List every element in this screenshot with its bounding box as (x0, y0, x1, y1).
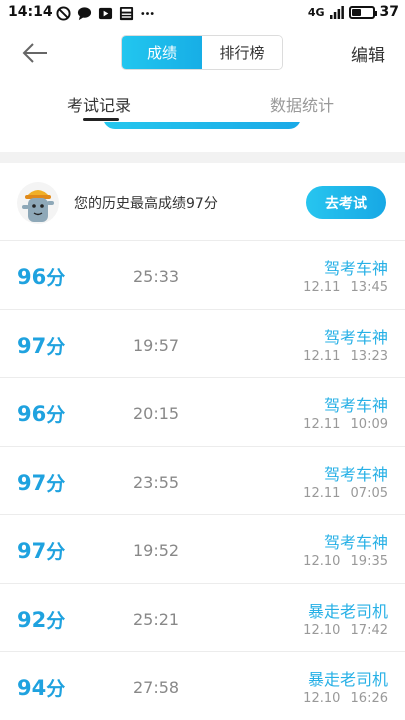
record-date: 12.11 (303, 280, 341, 295)
record-time: 13:45 (350, 280, 388, 295)
section-divider (0, 152, 405, 163)
record-score: 97分 (17, 469, 65, 496)
tab-indicator (83, 118, 119, 121)
tab-statistics[interactable]: 数据统计 (270, 92, 334, 116)
record-score: 96分 (17, 400, 65, 427)
record-duration: 27:58 (133, 678, 180, 697)
record-score: 97分 (17, 537, 65, 564)
record-score: 97分 (17, 332, 65, 359)
record-date: 12.10 (303, 691, 341, 706)
score-unit: 分 (46, 609, 66, 632)
record-datetime: 12.11 13:23 (303, 349, 388, 364)
record-title: 暴走老司机 (307, 670, 388, 689)
record-score: 92分 (17, 606, 65, 633)
segmented-control: 成绩 排行榜 (121, 35, 283, 70)
score-value: 92 (17, 607, 47, 632)
tab-bar: 考试记录 数据统计 (0, 80, 405, 122)
record-title: 驾考车神 (323, 464, 388, 484)
signal-icon (329, 5, 344, 19)
battery-icon (348, 5, 377, 19)
score-unit: 分 (46, 472, 66, 495)
record-title: 驾考车神 (323, 533, 388, 552)
record-time: 17:42 (350, 622, 388, 638)
score-value: 97 (17, 539, 47, 563)
record-duration: 25:21 (133, 609, 180, 629)
segment-leaderboard[interactable]: 排行榜 (202, 36, 282, 69)
record-title: 驾考车神 (323, 396, 388, 415)
record-datetime: 12.11 10:09 (303, 417, 388, 432)
record-title: 驾考车神 (323, 259, 388, 278)
record-date: 12.10 (303, 622, 341, 638)
battery-level: 37 (379, 4, 399, 20)
best-score-text: 您的历史最高成绩97分 (74, 196, 218, 212)
record-duration: 20:15 (133, 404, 180, 423)
record-duration: 23:55 (133, 472, 180, 492)
record-score: 96分 (17, 263, 65, 290)
score-value: 96 (17, 402, 47, 426)
record-datetime: 12.11 07:05 (303, 486, 388, 501)
record-duration: 19:57 (133, 335, 180, 355)
record-datetime: 12.10 17:42 (303, 623, 388, 638)
record-score: 94分 (17, 674, 65, 701)
score-unit: 分 (46, 335, 66, 358)
video-icon (98, 7, 113, 19)
message-icon (77, 6, 92, 20)
more-icon (141, 11, 154, 15)
record-time: 19:35 (350, 554, 388, 569)
status-bar: 14:14 4G 37 (0, 0, 405, 26)
segment-scores[interactable]: 成绩 (122, 36, 202, 69)
record-row[interactable]: 96分 20:15 驾考车神 12.11 10:09 (0, 378, 405, 447)
record-row[interactable]: 92分 25:21 暴走老司机 12.10 17:42 (0, 583, 405, 652)
take-exam-button[interactable]: 去考试 (306, 186, 386, 219)
status-time: 14:14 (8, 4, 53, 20)
record-date: 12.11 (303, 348, 341, 364)
record-title: 暴走老司机 (307, 601, 388, 621)
banner-button-edge[interactable] (103, 122, 301, 129)
score-value: 97 (17, 333, 47, 358)
tab-exam-records[interactable]: 考试记录 (67, 92, 131, 116)
record-datetime: 12.11 13:45 (303, 280, 388, 295)
score-unit: 分 (46, 404, 66, 426)
network-type: 4G (307, 5, 325, 19)
record-row[interactable]: 97分 23:55 驾考车神 12.11 07:05 (0, 446, 405, 515)
score-unit: 分 (46, 541, 66, 563)
record-row[interactable]: 97分 19:57 驾考车神 12.11 13:23 (0, 309, 405, 378)
record-duration: 25:33 (133, 267, 180, 286)
score-unit: 分 (46, 267, 66, 289)
do-not-disturb-icon (56, 5, 71, 21)
status-right: 4G 37 (308, 4, 399, 20)
record-title: 驾考车神 (323, 327, 388, 347)
top-banner-area (0, 122, 405, 152)
score-value: 96 (17, 265, 47, 289)
edit-button[interactable]: 编辑 (351, 41, 385, 66)
record-date: 12.11 (303, 485, 341, 501)
record-datetime: 12.10 16:26 (303, 691, 388, 706)
record-datetime: 12.10 19:35 (303, 554, 388, 569)
record-time: 10:09 (350, 417, 388, 432)
record-date: 12.11 (303, 417, 341, 432)
mascot-avatar-icon (17, 182, 59, 224)
record-time: 16:26 (350, 691, 388, 706)
score-value: 94 (17, 676, 47, 700)
record-row[interactable]: 97分 19:52 驾考车神 12.10 19:35 (0, 515, 405, 584)
record-row[interactable]: 94分 27:58 暴走老司机 12.10 16:26 (0, 652, 405, 720)
status-icons (56, 5, 155, 21)
score-value: 97 (17, 470, 47, 495)
record-time: 13:23 (350, 348, 388, 364)
records-list: 96分 25:33 驾考车神 12.11 13:45 97分 19:57 驾考车神 12.11… (0, 241, 405, 720)
nav-bar: 成绩 排行榜 编辑 (0, 26, 405, 80)
news-icon (119, 6, 134, 20)
record-duration: 19:52 (133, 541, 180, 560)
record-row[interactable]: 96分 25:33 驾考车神 12.11 13:45 (0, 241, 405, 310)
best-score-row: 您的历史最高成绩97分 去考试 (0, 163, 405, 241)
back-arrow-icon[interactable] (20, 38, 50, 68)
score-unit: 分 (46, 678, 66, 700)
record-time: 07:05 (350, 485, 388, 501)
record-date: 12.10 (303, 554, 341, 569)
